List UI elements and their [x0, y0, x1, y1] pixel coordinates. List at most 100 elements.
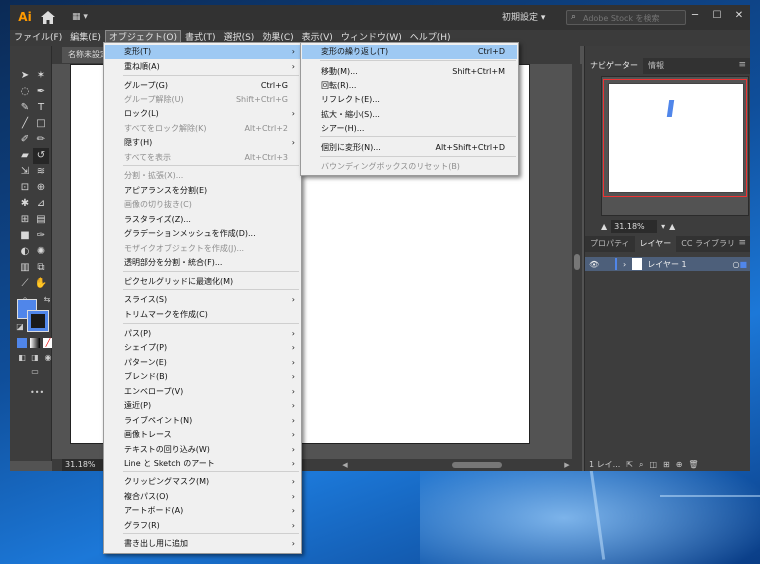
- shaper-tool-icon[interactable]: ✏: [33, 132, 49, 148]
- tab-layers[interactable]: レイヤー: [634, 236, 677, 252]
- object-menu-item[interactable]: 複合パス(O) ›: [105, 490, 300, 504]
- scale-tool-icon[interactable]: ⇲: [17, 164, 33, 180]
- tab-navigator[interactable]: ナビゲーター: [585, 58, 643, 74]
- object-menu-item[interactable]: ライブペイント(N) ›: [105, 414, 300, 428]
- workspace-switcher[interactable]: 初期設定 ▾: [502, 11, 560, 25]
- draw-behind-icon[interactable]: ◨: [30, 353, 40, 363]
- horizontal-scroll-thumb[interactable]: [452, 462, 502, 468]
- scroll-right-arrow-icon[interactable]: ▶: [562, 459, 572, 471]
- object-menu-item[interactable]: スライス(S) ›: [105, 293, 300, 307]
- export-icon[interactable]: ⇱: [626, 460, 633, 469]
- transform-menu-item[interactable]: 移動(M)... Shift+Ctrl+M: [302, 65, 517, 79]
- object-menu-item[interactable]: ブレンド(B) ›: [105, 370, 300, 384]
- rotate-tool-icon[interactable]: ↺: [33, 148, 49, 164]
- line-tool-icon[interactable]: ╱: [17, 116, 33, 132]
- object-menu-item[interactable]: 画像トレース ›: [105, 428, 300, 442]
- selection-square-icon[interactable]: ■: [739, 260, 747, 269]
- new-layer-icon[interactable]: ⊕: [676, 460, 683, 469]
- free-transform-tool-icon[interactable]: ⊡: [17, 180, 33, 196]
- eraser-tool-icon[interactable]: ▰: [17, 148, 33, 164]
- object-menu-item[interactable]: トリムマークを作成(C): [105, 308, 300, 322]
- scroll-left-arrow-icon[interactable]: ◀: [340, 459, 350, 471]
- object-menu-item[interactable]: パス(P) ›: [105, 327, 300, 341]
- paintbrush-tool-icon[interactable]: ✐: [17, 132, 33, 148]
- magic-wand-tool-icon[interactable]: ✶: [33, 68, 49, 84]
- transform-menu-item[interactable]: シアー(H)...: [302, 122, 517, 136]
- navigator-preview[interactable]: [601, 76, 749, 216]
- transform-menu-item[interactable]: リフレクト(E)...: [302, 93, 517, 107]
- locate-object-icon[interactable]: ⌕: [639, 460, 643, 470]
- more-tools-icon[interactable]: •••: [30, 388, 44, 398]
- swap-fill-stroke-icon[interactable]: ⇆: [42, 295, 52, 305]
- menu-edit[interactable]: 編集(E): [66, 30, 105, 46]
- color-mode-icon[interactable]: [17, 338, 27, 348]
- vertical-scroll-thumb[interactable]: [574, 254, 580, 270]
- gradient-mode-icon[interactable]: [30, 338, 40, 348]
- stock-search-box[interactable]: ⌕: [566, 10, 686, 25]
- object-menu-item[interactable]: グラフ(R) ›: [105, 519, 300, 533]
- eyedropper-tool-icon[interactable]: ✑: [33, 228, 49, 244]
- zoom-level-field[interactable]: 31.18%: [62, 459, 106, 471]
- new-sublayer-icon[interactable]: ⊞: [663, 460, 670, 469]
- stock-search-input[interactable]: [583, 12, 683, 24]
- screen-mode-icon[interactable]: ▭: [30, 367, 40, 377]
- object-menu-item[interactable]: エンベロープ(V) ›: [105, 385, 300, 399]
- expand-arrow-icon[interactable]: ›: [623, 260, 626, 269]
- perspective-grid-tool-icon[interactable]: ⊿: [33, 196, 49, 212]
- navigator-zoom-field[interactable]: 31.18%: [611, 219, 658, 233]
- layers-panel-menu-icon[interactable]: ≡: [738, 238, 746, 248]
- gradient-tool-icon[interactable]: ▤: [33, 212, 49, 228]
- draw-normal-icon[interactable]: ◧: [17, 353, 27, 363]
- object-menu-item[interactable]: グループ(G) Ctrl+G: [105, 79, 300, 93]
- selection-tool-icon[interactable]: ➤: [17, 68, 33, 84]
- object-menu-item[interactable]: 遠近(P) ›: [105, 399, 300, 413]
- lasso-tool-icon[interactable]: ◌: [17, 84, 33, 100]
- object-menu-item[interactable]: シェイプ(P) ›: [105, 341, 300, 355]
- symbol-sprayer-tool-icon[interactable]: ✺: [33, 244, 49, 260]
- object-menu-item[interactable]: パターン(E) ›: [105, 356, 300, 370]
- type-tool-icon[interactable]: T: [33, 100, 49, 116]
- shape-builder-tool-icon[interactable]: ⊕: [33, 180, 49, 196]
- tab-cc-libraries[interactable]: CC ライブラリ: [676, 236, 740, 252]
- zoom-in-mountain-icon[interactable]: ▲: [669, 222, 675, 231]
- zoom-out-mountain-icon[interactable]: ▲: [601, 222, 607, 231]
- puppet-warp-tool-icon[interactable]: ✱: [17, 196, 33, 212]
- hand-tool-icon[interactable]: ✋: [33, 276, 49, 292]
- rectangle-tool-icon[interactable]: □: [33, 116, 49, 132]
- navigator-panel-menu-icon[interactable]: ≡: [738, 60, 746, 70]
- object-menu-item[interactable]: 変形(T) ›: [105, 45, 300, 59]
- object-menu-item[interactable]: ラスタライズ(Z)...: [105, 213, 300, 227]
- maximize-button[interactable]: ☐: [706, 5, 728, 30]
- arrange-documents-icon[interactable]: ▦ ▾: [72, 12, 98, 23]
- navigator-view-box[interactable]: [603, 79, 747, 197]
- blend-tool-icon[interactable]: ◐: [17, 244, 33, 260]
- gradient-swatch-tool-icon[interactable]: ■: [17, 228, 33, 244]
- object-menu-item[interactable]: テキストの回り込み(W) ›: [105, 443, 300, 457]
- transform-menu-item[interactable]: 拡大・縮小(S)...: [302, 108, 517, 122]
- transform-menu-item[interactable]: 回転(R)...: [302, 79, 517, 93]
- transform-menu-item[interactable]: 変形の繰り返し(T) Ctrl+D: [302, 45, 517, 59]
- artboard-tool-icon[interactable]: ⧉: [33, 260, 49, 276]
- warp-tool-icon[interactable]: ≋: [33, 164, 49, 180]
- visibility-eye-icon[interactable]: 👁: [589, 260, 603, 269]
- object-menu-item[interactable]: Line と Sketch のアート ›: [105, 457, 300, 471]
- close-button[interactable]: ✕: [728, 5, 750, 30]
- object-menu-item[interactable]: 隠す(H) ›: [105, 136, 300, 150]
- mesh-tool-icon[interactable]: ⊞: [17, 212, 33, 228]
- object-menu-item[interactable]: アピアランスを分割(E): [105, 184, 300, 198]
- object-menu-item[interactable]: 透明部分を分割・統合(F)...: [105, 256, 300, 270]
- tab-properties[interactable]: プロパティ: [585, 236, 635, 252]
- pen-tool-icon[interactable]: ✒: [33, 84, 49, 100]
- delete-icon[interactable]: 🗑: [688, 460, 698, 469]
- home-icon[interactable]: [40, 10, 56, 25]
- layer-name[interactable]: レイヤー 1: [647, 259, 686, 270]
- clipping-mask-icon[interactable]: ◫: [649, 460, 657, 469]
- tab-info[interactable]: 情報: [643, 58, 669, 74]
- object-menu-item[interactable]: 重ね順(A) ›: [105, 60, 300, 74]
- object-menu-item[interactable]: グラデーションメッシュを作成(D)...: [105, 227, 300, 241]
- object-menu-item[interactable]: クリッピングマスク(M) ›: [105, 475, 300, 489]
- default-fill-stroke-icon[interactable]: ◪: [15, 322, 25, 332]
- layer-row[interactable]: 👁 › レイヤー 1 ○ ■: [585, 257, 750, 271]
- slice-tool-icon[interactable]: ⟋: [17, 276, 33, 292]
- vertical-scrollbar[interactable]: [572, 64, 582, 459]
